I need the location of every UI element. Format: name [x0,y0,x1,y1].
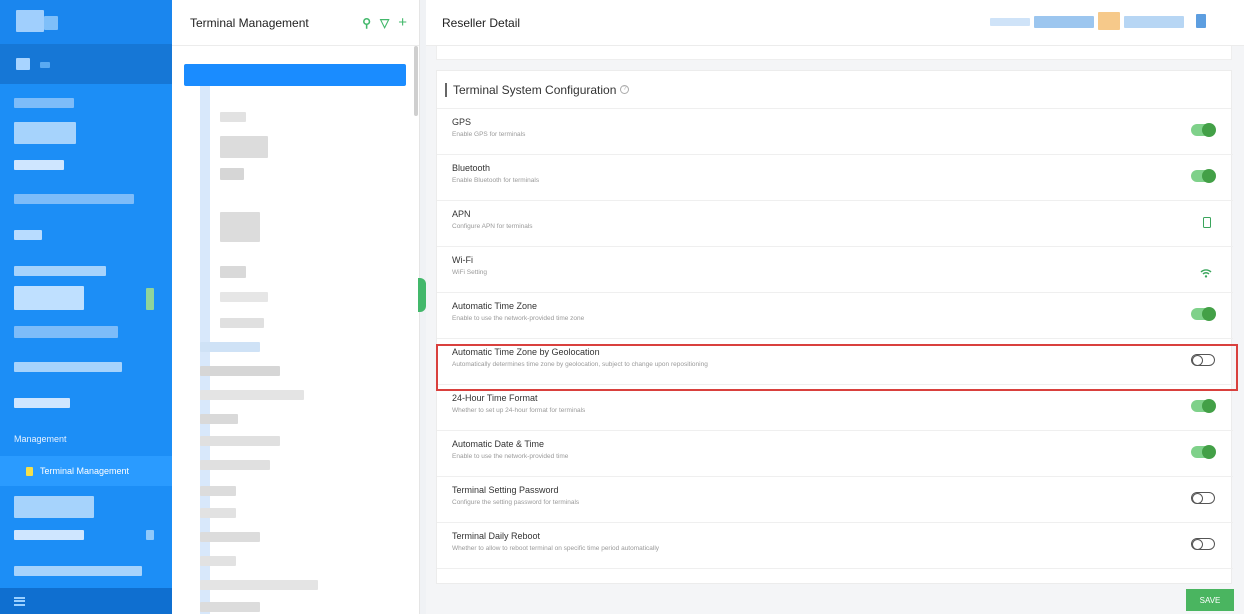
list-item[interactable] [220,112,246,122]
list-item[interactable] [200,436,280,446]
sidebar-item-blurred[interactable] [14,326,118,338]
document-icon [26,466,33,476]
add-icon[interactable]: + [398,14,407,31]
sidebar-top-item[interactable] [0,44,172,84]
list-item[interactable] [200,556,236,566]
list-item[interactable] [220,318,264,328]
list-item[interactable] [200,532,260,542]
sidebar-item-blurred[interactable] [14,286,84,310]
setting-label: Terminal Setting Password [452,485,559,495]
setting-description: Enable to use the network-provided time [452,453,569,460]
sidebar-item-badge [146,288,154,310]
list-item[interactable] [200,580,318,590]
setting-description: Whether to allow to reboot terminal on s… [452,545,660,552]
setting-description: Enable to use the network-provided time … [452,315,585,322]
setting-description: Enable Bluetooth for terminals [452,177,540,184]
highlight-box [436,344,1238,391]
sidebar-item-blurred[interactable] [14,398,70,408]
filter-icon[interactable]: ▽ [380,16,389,30]
list-scrollbar[interactable] [414,46,418,116]
setting-label: Bluetooth [452,163,491,173]
automatic-time-zone-toggle[interactable] [1191,307,1216,321]
pane-title: Terminal Management [190,15,309,30]
sidebar-item-blurred [146,530,154,540]
list-item[interactable] [220,292,268,302]
sidebar-item-blurred[interactable] [14,530,84,540]
help-icon[interactable]: ? [620,85,630,94]
setting-row-setting-password: Terminal Setting Password Configure the … [437,477,1233,523]
setting-row-automatic-time-zone: Automatic Time Zone Enable to use the ne… [437,293,1233,339]
list-item[interactable] [220,168,244,180]
detail-header: Reseller Detail [426,0,1244,46]
list-item[interactable] [220,266,246,278]
setting-description: Configure the setting password for termi… [452,499,580,506]
setting-description: WiFi Setting [452,269,488,276]
setting-description: Enable GPS for terminals [452,131,526,138]
list-pane-header: Terminal Management ⚲ ▽ + [172,0,419,46]
page-title: Reseller Detail [442,15,521,30]
setting-password-toggle[interactable] [1191,492,1215,504]
reseller-detail-pane: Reseller Detail Terminal System Configur… [426,0,1244,614]
setting-label: 24-Hour Time Format [452,393,538,403]
sidebar-footer[interactable] [0,588,172,614]
list-item[interactable] [200,486,236,496]
sidebar-item-blurred[interactable] [14,160,64,170]
list-item[interactable] [220,136,268,158]
search-icon[interactable]: ⚲ [362,16,371,30]
setting-row-bluetooth: Bluetooth Enable Bluetooth for terminals [437,155,1233,201]
24-hour-format-toggle[interactable] [1191,399,1216,413]
automatic-date-time-toggle[interactable] [1191,445,1216,459]
setting-label: Automatic Time Zone [452,301,538,311]
terminal-system-configuration-card: Terminal System Configuration ? GPS Enab… [436,70,1233,584]
sidebar-item-terminal-management[interactable]: Terminal Management [0,456,172,486]
sidebar: Management Terminal Management [0,0,172,614]
sidebar-item-blurred[interactable] [14,122,76,144]
gps-toggle[interactable] [1191,123,1216,137]
setting-row-gps: GPS Enable GPS for terminals [437,109,1233,155]
setting-row-daily-reboot: Terminal Daily Reboot Whether to allow t… [437,523,1233,569]
setting-label: Terminal Daily Reboot [452,531,541,541]
setting-description: Configure APN for terminals [452,223,533,230]
setting-label: APN [452,209,471,219]
list-item[interactable] [200,460,270,470]
sidebar-item-label: Terminal Management [40,466,130,476]
daily-reboot-toggle[interactable] [1191,538,1215,550]
sidebar-item-blurred[interactable] [14,566,142,576]
list-item[interactable] [200,508,236,518]
menu-icon[interactable] [14,596,25,606]
sidebar-item-blurred[interactable] [14,98,74,108]
setting-row-apn: APN Configure APN for terminals [437,201,1233,247]
setting-label: Wi-Fi [452,255,473,265]
setting-label: GPS [452,117,472,127]
setting-row-automatic-date-time: Automatic Date & Time Enable to use the … [437,431,1233,477]
list-item-selected[interactable] [184,64,406,86]
section-header: Terminal System Configuration ? [437,71,1231,109]
setting-description: Whether to set up 24-hour format for ter… [452,407,586,414]
setting-label: Automatic Date & Time [452,439,545,449]
previous-card-edge [436,46,1232,60]
sidebar-item-blurred[interactable] [14,194,134,204]
sidebar-item-blurred[interactable] [14,266,106,276]
sim-card-icon[interactable] [1203,217,1211,228]
sidebar-item-blurred[interactable] [14,362,122,372]
list-item[interactable] [220,212,260,242]
section-bar [445,82,447,97]
save-button[interactable]: SAVE [1186,589,1234,611]
bluetooth-toggle[interactable] [1191,169,1216,183]
list-item[interactable] [200,390,304,400]
sidebar-item-blurred[interactable] [14,230,42,240]
app-logo [0,0,172,44]
sidebar-item-blurred[interactable] [14,496,94,518]
setting-row-wifi: Wi-Fi WiFi Setting [437,247,1233,293]
sidebar-section-label: Management [14,434,67,444]
list-item[interactable] [200,342,260,352]
wifi-icon[interactable] [1200,268,1212,278]
setting-row-24-hour-format: 24-Hour Time Format Whether to set up 24… [437,385,1233,431]
user-menu[interactable] [990,10,1230,34]
section-title: Terminal System Configuration [453,82,617,97]
list-item[interactable] [200,602,260,612]
collapse-handle[interactable] [418,278,426,312]
list-item[interactable] [200,414,238,424]
list-item[interactable] [200,366,280,376]
